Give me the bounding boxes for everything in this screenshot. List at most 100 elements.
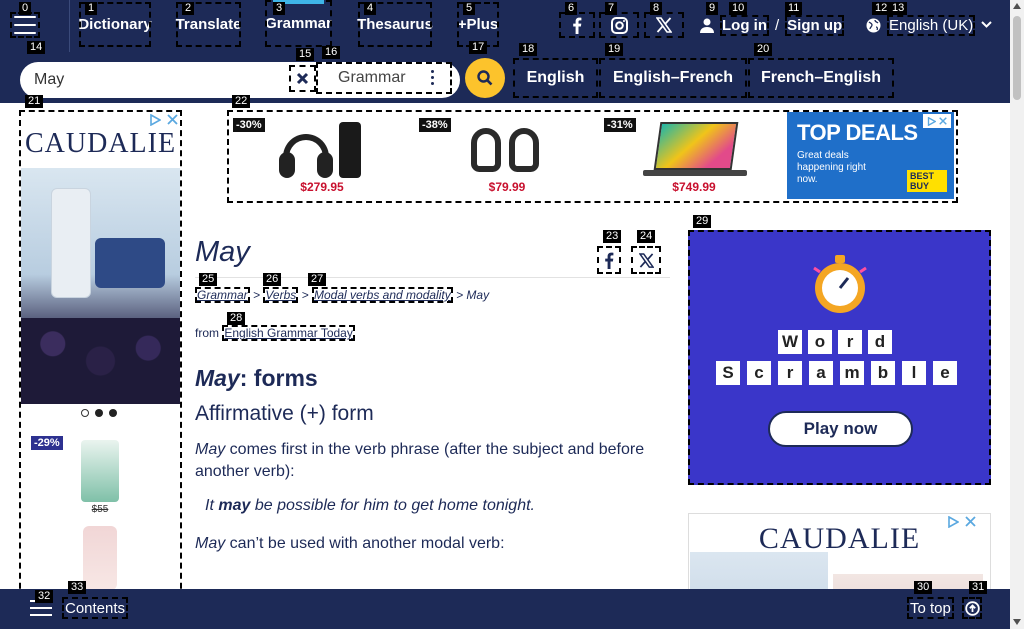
example-keyword: may	[218, 497, 251, 514]
instagram-link[interactable]	[599, 12, 639, 38]
contents-button[interactable]: Contents	[62, 597, 129, 619]
badge-0: 0	[19, 2, 32, 15]
top-advertisement[interactable]: -30% $279.95 -38% $79.99 -31% $749.99 TO…	[227, 110, 958, 203]
badge-31: 31	[969, 581, 988, 594]
subsection-heading: Affirmative (+) form	[195, 402, 374, 425]
example-text: It	[205, 497, 219, 514]
breadcrumb: Grammar > Verbs > Modal verbs and modali…	[195, 287, 670, 304]
breadcrumb-sep: >	[456, 288, 464, 302]
dictionary-select-value: Grammar	[338, 69, 406, 86]
letter-tile: W	[778, 330, 802, 354]
scroll-down-arrow-icon[interactable]	[1013, 619, 1021, 625]
share-facebook-button[interactable]	[597, 246, 621, 274]
login-link[interactable]: Log in	[720, 14, 769, 36]
badge-7: 7	[605, 2, 618, 15]
x-link[interactable]	[644, 12, 684, 38]
letter-tile: b	[871, 361, 895, 385]
signup-link[interactable]: Sign up	[785, 14, 845, 36]
scroll-top-button[interactable]	[962, 597, 982, 619]
share-x-button[interactable]	[631, 246, 661, 274]
ad-product-price: $79.99	[488, 180, 526, 194]
letter-tile: r	[838, 330, 862, 354]
badge-14: 14	[27, 41, 46, 54]
ad-product-price: $279.95	[300, 180, 344, 194]
account-links: Log in / Sign up	[700, 12, 845, 38]
play-now-button[interactable]: Play now	[768, 411, 913, 447]
dictionary-select[interactable]: Grammar	[316, 62, 452, 94]
breadcrumb-modal-verbs[interactable]: Modal verbs and modality	[311, 287, 453, 303]
letter-tile: a	[809, 361, 833, 385]
letter-tile: d	[868, 330, 892, 354]
paragraph: May comes first in the verb phrase (afte…	[195, 439, 670, 483]
search-button[interactable]	[465, 58, 505, 98]
badge-19: 19	[605, 43, 624, 56]
ad-choices[interactable]	[947, 516, 976, 528]
to-top-button[interactable]: To top	[907, 597, 954, 619]
language-selector[interactable]: English (UK)	[866, 12, 992, 38]
paragraph-text: can’t be used with another modal verb:	[225, 535, 505, 552]
x-icon	[638, 252, 654, 268]
clear-search-button[interactable]	[289, 65, 316, 92]
globe-icon	[866, 18, 881, 32]
badge-9: 9	[706, 2, 719, 15]
badge-20: 20	[754, 43, 773, 56]
scramble-row-1: W o r d	[778, 330, 892, 354]
search-icon	[477, 70, 493, 86]
scroll-up-arrow-icon[interactable]	[1013, 3, 1021, 9]
top-deals-banner[interactable]: TOP DEALS Great deals happening right no…	[787, 112, 954, 199]
letter-tile: r	[778, 361, 802, 385]
source-link[interactable]: English Grammar Today	[222, 325, 355, 341]
ad-product-thumb	[81, 440, 119, 502]
breadcrumb-sep: >	[301, 288, 309, 302]
scramble-row-2: S c r a m b l e	[716, 361, 957, 385]
bottom-toolbar	[0, 589, 1010, 629]
facebook-link[interactable]	[559, 12, 595, 38]
earbuds-image	[465, 124, 549, 180]
left-advertisement[interactable]: CAUDALIE -29% $55	[19, 110, 182, 629]
ad-choices[interactable]	[149, 114, 178, 126]
badge-15: 15	[296, 48, 315, 61]
section-heading-rest: : forms	[239, 365, 318, 391]
close-icon	[965, 516, 976, 527]
paragraph-text: comes first in the verb phrase (after th…	[195, 441, 645, 480]
badge-4: 4	[364, 2, 377, 15]
ad-choices[interactable]	[923, 114, 951, 128]
facebook-icon	[605, 252, 614, 269]
example-sentence: It may be possible for him to get home t…	[195, 497, 670, 515]
letter-tile: c	[747, 361, 771, 385]
facebook-icon	[573, 17, 582, 34]
kebab-icon	[431, 70, 434, 85]
scrollbar-thumb[interactable]	[1013, 16, 1021, 100]
adchoices-icon	[948, 516, 959, 528]
ad-product-price: $749.99	[672, 180, 716, 194]
user-icon	[700, 18, 714, 33]
close-icon	[167, 114, 178, 125]
instagram-icon	[610, 16, 628, 34]
breadcrumb-grammar[interactable]: Grammar	[195, 287, 250, 303]
badge-6: 6	[565, 2, 578, 15]
tab-english[interactable]: English	[513, 58, 598, 98]
word-scramble-advertisement[interactable]: W o r d S c r a m b l e Play now	[688, 230, 991, 485]
badge-5: 5	[463, 2, 476, 15]
main-menu-button[interactable]	[10, 12, 40, 38]
section-heading-word: May	[195, 365, 240, 391]
language-label[interactable]: English (UK)	[887, 14, 976, 36]
adchoices-icon	[150, 114, 161, 126]
headphones-image	[277, 122, 367, 180]
breadcrumb-verbs[interactable]: Verbs	[263, 287, 299, 303]
search-input[interactable]	[34, 66, 284, 94]
badge-13: 13	[889, 2, 908, 15]
section-heading: May: forms	[195, 363, 670, 393]
nav-divider	[69, 0, 70, 52]
tab-english-french[interactable]: English–French	[599, 58, 747, 98]
close-icon	[296, 72, 309, 85]
ad-discount-tag: -38%	[419, 118, 451, 132]
badge-21: 21	[25, 95, 44, 108]
badge-10: 10	[729, 2, 748, 15]
breadcrumb-sep: >	[253, 288, 261, 302]
badge-27: 27	[308, 273, 327, 286]
adchoices-icon	[927, 116, 936, 126]
tab-french-english[interactable]: French–English	[748, 58, 894, 98]
ad-carousel-dots[interactable]	[81, 409, 117, 417]
badge-11: 11	[785, 2, 803, 15]
